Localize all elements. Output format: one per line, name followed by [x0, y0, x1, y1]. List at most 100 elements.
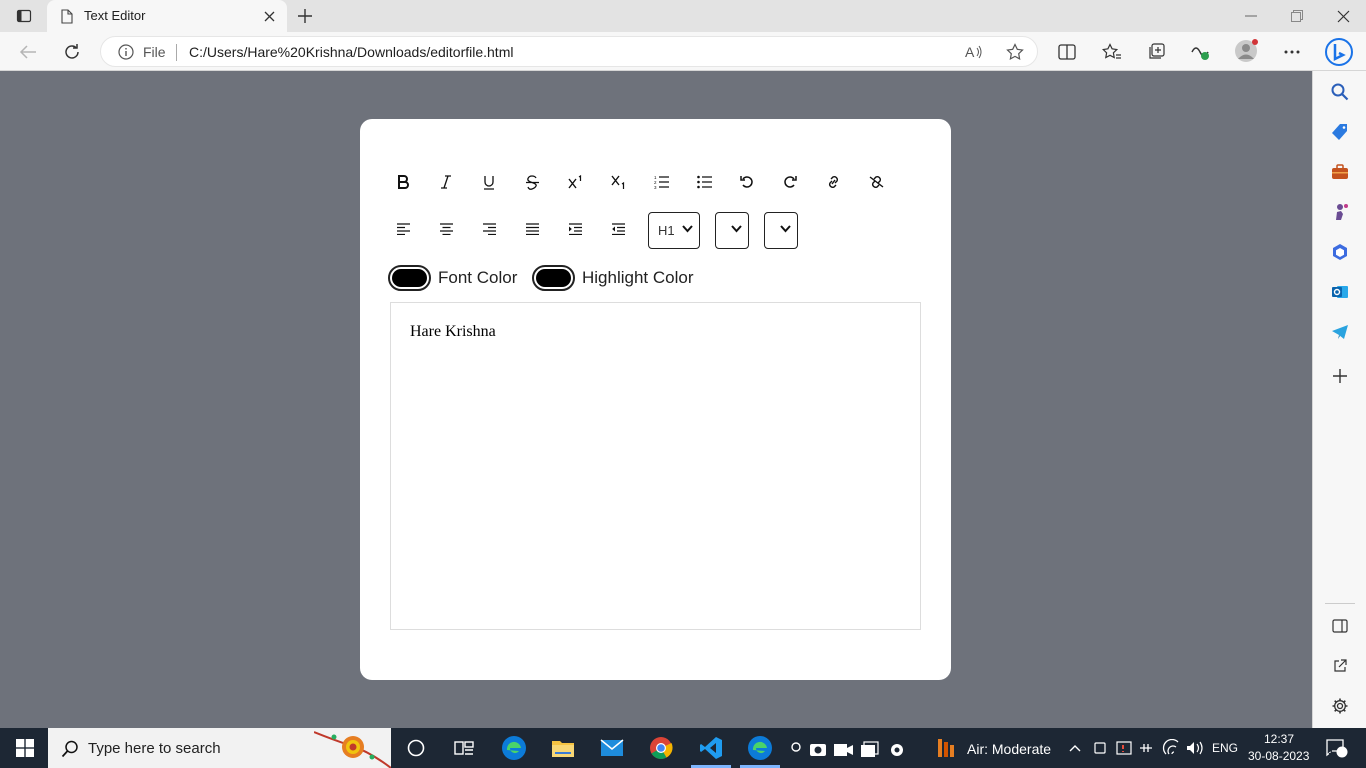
align-left-icon[interactable]	[389, 215, 417, 243]
bold-icon[interactable]	[389, 168, 417, 196]
search-placeholder: Type here to search	[88, 740, 221, 757]
heading-select[interactable]: H1	[648, 212, 700, 249]
font-size-select[interactable]	[715, 212, 749, 249]
editor-card: 123 H1 Font Color Highlight Color Hare K…	[360, 119, 951, 680]
file-explorer-icon[interactable]	[540, 728, 586, 768]
read-aloud-icon[interactable]: A	[963, 42, 985, 62]
sidebar-divider	[1325, 603, 1355, 604]
align-center-icon[interactable]	[432, 215, 460, 243]
unlink-icon[interactable]	[862, 168, 890, 196]
air-quality-text[interactable]: Air: Moderate	[967, 741, 1051, 757]
minimize-icon[interactable]	[1236, 6, 1266, 26]
rakhi-decoration-icon	[314, 728, 391, 768]
chevron-down-icon	[780, 225, 791, 233]
svg-text:3: 3	[654, 185, 657, 189]
back-icon[interactable]	[16, 40, 40, 64]
chevron-down-icon	[682, 225, 693, 233]
superscript-icon[interactable]	[561, 168, 589, 196]
tab-title: Text Editor	[84, 8, 146, 23]
editor-text-area[interactable]: Hare Krishna	[390, 302, 921, 630]
svg-text:A: A	[965, 44, 975, 60]
mail-icon[interactable]	[589, 728, 635, 768]
shopping-icon[interactable]	[1327, 119, 1353, 145]
editor-content: Hare Krishna	[410, 323, 496, 340]
link-icon[interactable]	[819, 168, 847, 196]
align-justify-icon[interactable]	[518, 215, 546, 243]
chevron-down-icon	[731, 225, 742, 233]
info-icon[interactable]	[117, 43, 135, 61]
open-external-icon[interactable]	[1327, 653, 1353, 679]
file-label: File	[143, 44, 166, 60]
task-view-icon[interactable]	[441, 728, 487, 768]
tray-icons[interactable]	[1090, 728, 1208, 768]
tray-chevron-up-icon[interactable]	[1062, 728, 1088, 768]
cortana-icon[interactable]	[393, 728, 439, 768]
search-icon	[60, 739, 80, 759]
outlook-icon[interactable]	[1327, 279, 1353, 305]
browser-toolbar: File C:/Users/Hare%20Krishna/Downloads/e…	[0, 32, 1366, 71]
pinned-apps-icon[interactable]	[782, 728, 910, 768]
taskbar-search[interactable]: Type here to search	[48, 728, 391, 768]
notifications-icon[interactable]	[1314, 728, 1360, 768]
close-tab-icon[interactable]	[261, 8, 277, 24]
close-window-icon[interactable]	[1328, 6, 1358, 26]
redo-icon[interactable]	[776, 168, 804, 196]
refresh-icon[interactable]	[60, 40, 84, 64]
clock-time[interactable]: 12:37	[1264, 732, 1294, 746]
settings-icon[interactable]	[1327, 693, 1353, 719]
outdent-icon[interactable]	[604, 215, 632, 243]
windows-taskbar: Type here to search Air: Moderate ENG 12…	[0, 728, 1366, 768]
vscode-icon[interactable]	[688, 728, 734, 768]
url-text[interactable]: C:/Users/Hare%20Krishna/Downloads/editor…	[189, 44, 513, 60]
font-color-picker[interactable]	[388, 265, 431, 291]
font-name-select[interactable]	[764, 212, 798, 249]
office-icon[interactable]	[1327, 239, 1353, 265]
edge-dev-icon[interactable]	[737, 728, 783, 768]
underline-icon[interactable]	[475, 168, 503, 196]
more-icon[interactable]	[1280, 40, 1304, 64]
heading-select-value: H1	[658, 223, 675, 238]
weather-icon[interactable]	[928, 728, 964, 768]
favorite-star-icon[interactable]	[1004, 42, 1026, 62]
notification-count: 1	[1328, 746, 1334, 757]
font-color-swatch	[392, 269, 427, 287]
profile-icon[interactable]	[1233, 38, 1259, 64]
split-screen-icon[interactable]	[1055, 40, 1079, 64]
undo-icon[interactable]	[733, 168, 761, 196]
strikethrough-icon[interactable]	[518, 168, 546, 196]
subscript-icon[interactable]	[604, 168, 632, 196]
bing-icon[interactable]	[1322, 35, 1356, 69]
unordered-list-icon[interactable]	[690, 168, 718, 196]
windows-start-icon[interactable]	[2, 728, 48, 768]
add-icon[interactable]	[1327, 363, 1353, 389]
search-icon[interactable]	[1327, 79, 1353, 105]
new-tab-icon[interactable]	[294, 6, 316, 26]
italic-icon[interactable]	[432, 168, 460, 196]
edge-sidebar	[1312, 71, 1366, 728]
indent-icon[interactable]	[561, 215, 589, 243]
hide-sidebar-icon[interactable]	[1327, 613, 1353, 639]
restore-icon[interactable]	[1282, 6, 1312, 26]
collections-icon[interactable]	[1144, 40, 1168, 64]
favorites-icon[interactable]	[1100, 40, 1124, 64]
games-icon[interactable]	[1327, 199, 1353, 225]
align-right-icon[interactable]	[475, 215, 503, 243]
address-separator	[176, 44, 177, 61]
tab-actions-icon[interactable]	[14, 6, 34, 26]
tools-icon[interactable]	[1327, 159, 1353, 185]
chrome-icon[interactable]	[638, 728, 684, 768]
clock-date[interactable]: 30-08-2023	[1248, 749, 1309, 763]
page-content: 123 H1 Font Color Highlight Color Hare K…	[0, 71, 1312, 728]
language-indicator[interactable]: ENG	[1212, 741, 1238, 755]
address-bar[interactable]: File C:/Users/Hare%20Krishna/Downloads/e…	[100, 36, 1038, 67]
highlight-color-swatch	[536, 269, 571, 287]
ordered-list-icon[interactable]: 123	[647, 168, 675, 196]
browser-tab[interactable]: Text Editor	[47, 0, 287, 32]
tab-bar: Text Editor	[0, 0, 1366, 32]
highlight-color-picker[interactable]	[532, 265, 575, 291]
edge-icon[interactable]	[491, 728, 537, 768]
page-icon	[59, 8, 75, 24]
font-color-label: Font Color	[438, 268, 518, 287]
telegram-icon[interactable]	[1327, 319, 1353, 345]
performance-icon[interactable]	[1188, 40, 1212, 64]
